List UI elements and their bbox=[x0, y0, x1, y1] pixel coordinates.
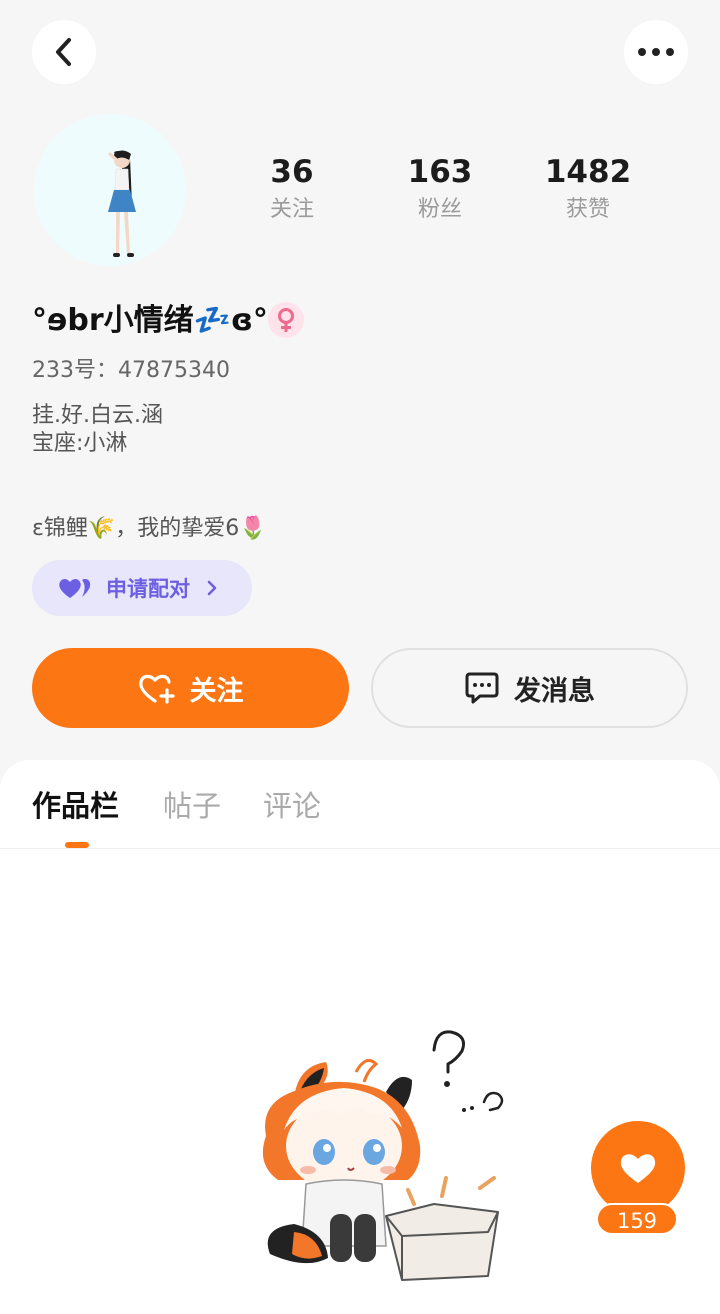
more-icon bbox=[638, 48, 674, 56]
user-id: 233号：47875340 bbox=[32, 356, 230, 386]
user-id-value: 47875340 bbox=[118, 358, 230, 383]
gender-badge bbox=[268, 302, 304, 338]
pair-request-label: 申请配对 bbox=[106, 577, 190, 601]
chevron-right-icon bbox=[207, 580, 217, 596]
user-id-label: 233号： bbox=[32, 358, 118, 383]
tab-comments[interactable]: 评论 bbox=[263, 786, 321, 826]
stat-fans[interactable]: 163 粉丝 bbox=[370, 152, 510, 224]
nickname: °ɘbr小情绪💤ɞ° bbox=[32, 303, 268, 338]
couple-hearts-icon bbox=[59, 579, 91, 598]
empty-state-illustration bbox=[262, 1030, 504, 1281]
follow-label: 关注 bbox=[189, 675, 244, 707]
follow-button[interactable]: 关注 bbox=[32, 648, 349, 728]
stat-following[interactable]: 36 关注 bbox=[222, 152, 362, 224]
avatar-figure-image bbox=[108, 150, 136, 257]
heart-icon bbox=[620, 1154, 656, 1183]
stat-following-label: 关注 bbox=[269, 197, 314, 222]
stat-likes[interactable]: 1482 获赞 bbox=[518, 152, 658, 224]
send-message-button[interactable]: 发消息 bbox=[371, 648, 688, 728]
heart-plus-icon bbox=[138, 674, 175, 704]
avatar[interactable] bbox=[34, 114, 186, 266]
like-count-badge: 159 bbox=[596, 1203, 678, 1235]
divider bbox=[0, 848, 720, 849]
bio-line: ɛ锦鲤🌾，我的挚爱6🌷 bbox=[32, 516, 267, 541]
pair-request-button[interactable]: 申请配对 bbox=[32, 560, 252, 616]
stat-fans-count: 163 bbox=[407, 154, 473, 190]
bio-line: 挂.好.白云.涵 bbox=[32, 403, 163, 428]
stat-likes-label: 获赞 bbox=[565, 197, 610, 222]
stat-likes-count: 1482 bbox=[544, 154, 632, 190]
bio-line: 宝座:小淋 bbox=[32, 431, 128, 456]
like-button[interactable] bbox=[591, 1121, 685, 1215]
back-button[interactable] bbox=[32, 20, 96, 84]
stat-following-count: 36 bbox=[270, 154, 314, 190]
back-icon bbox=[56, 38, 71, 66]
tab-works[interactable]: 作品栏 bbox=[32, 786, 119, 826]
stat-fans-label: 粉丝 bbox=[417, 197, 462, 222]
send-message-label: 发消息 bbox=[514, 675, 595, 707]
more-button[interactable] bbox=[624, 20, 688, 84]
bio: 挂.好.白云.涵 宝座:小淋 bbox=[32, 402, 163, 458]
chat-bubble-icon bbox=[465, 672, 499, 704]
tab-posts[interactable]: 帖子 bbox=[163, 786, 221, 826]
female-icon bbox=[278, 308, 294, 332]
